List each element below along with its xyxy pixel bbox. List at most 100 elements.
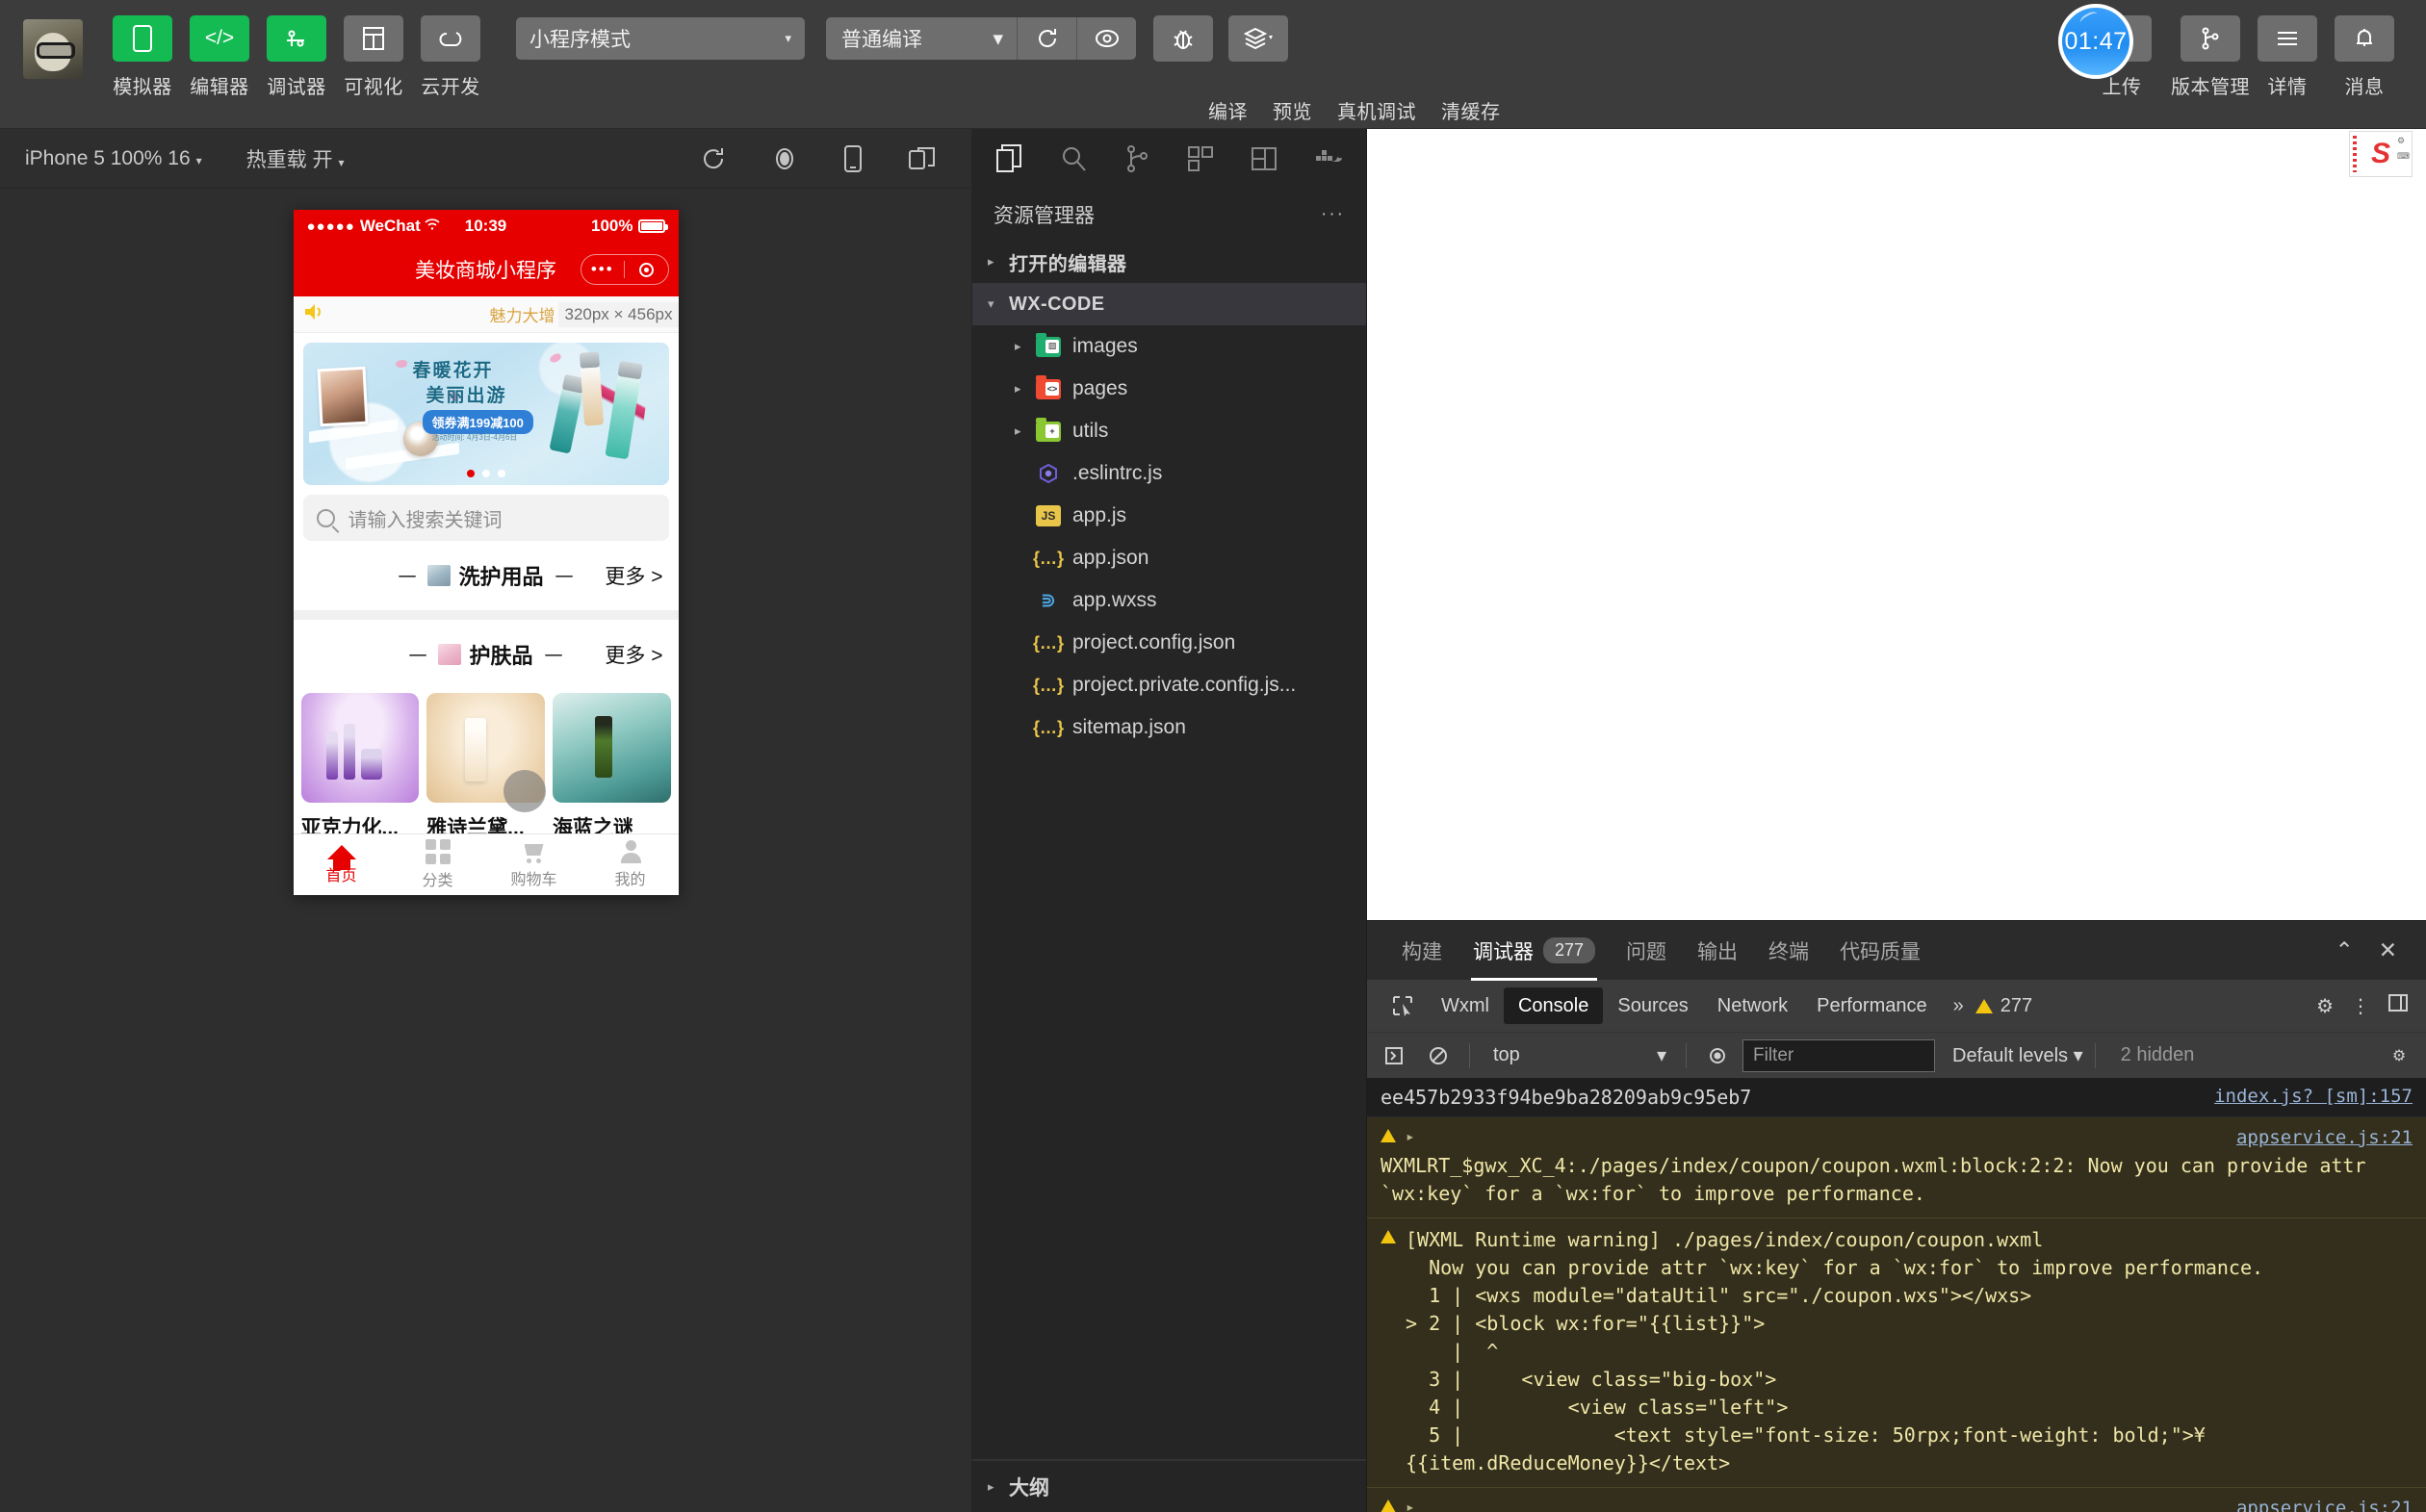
tree-open-editors[interactable]: ▸ 打开的编辑器 bbox=[972, 241, 1366, 283]
explorer-more-icon[interactable]: ··· bbox=[1321, 204, 1345, 225]
devtools-tab-console[interactable]: Console bbox=[1503, 987, 1604, 1024]
mode-select[interactable]: 小程序模式 ▾ bbox=[516, 17, 805, 60]
tree-file-app-json[interactable]: {…} app.json bbox=[972, 537, 1366, 579]
warning-counter[interactable]: 277 bbox=[1974, 995, 2032, 1017]
device-select[interactable]: iPhone 5 100% 16 ▾ bbox=[25, 147, 202, 170]
tree-file-app-wxss[interactable]: ⋑ app.wxss bbox=[972, 579, 1366, 622]
remote-debug-button[interactable] bbox=[1153, 15, 1213, 62]
tab-home[interactable]: 首页 bbox=[294, 834, 390, 895]
carousel-indicators[interactable] bbox=[303, 470, 669, 477]
devtools-tab-wxml[interactable]: Wxml bbox=[1427, 987, 1504, 1024]
console-source-link[interactable]: appservice.js:21 bbox=[2236, 1496, 2413, 1512]
expand-arrow-icon[interactable]: ▸ bbox=[1406, 1496, 1415, 1512]
sogou-ime-indicator[interactable]: S ⚙ ⌨ bbox=[2349, 131, 2413, 177]
search-input[interactable]: 请输入搜索关键词 bbox=[302, 495, 669, 541]
tab-mine[interactable]: 我的 bbox=[582, 834, 679, 895]
carousel-dot[interactable] bbox=[466, 470, 475, 477]
upload-button[interactable]: 01:47 上传 bbox=[2058, 4, 2172, 99]
log-levels-select[interactable]: Default levels ▾ bbox=[1952, 1043, 2083, 1067]
compile-button[interactable] bbox=[1017, 17, 1076, 60]
upload-timer[interactable]: 01:47 bbox=[2058, 4, 2133, 79]
search-icon bbox=[316, 508, 335, 527]
gear-icon[interactable]: ⚙ bbox=[2316, 994, 2334, 1018]
user-avatar[interactable] bbox=[23, 19, 83, 79]
outline-header[interactable]: ▸ 大纲 bbox=[972, 1460, 1366, 1512]
tab-build[interactable]: 构建 bbox=[1386, 921, 1458, 981]
docker-icon[interactable] bbox=[1296, 129, 1359, 189]
tab-problems[interactable]: 问题 bbox=[1611, 921, 1682, 981]
toolbar-item-visualization[interactable]: 可视化 bbox=[335, 15, 412, 99]
tree-folder-images[interactable]: ▸ ▨ images bbox=[972, 325, 1366, 368]
clear-cache-button[interactable] bbox=[1228, 15, 1288, 62]
tree-label: app.json bbox=[1072, 547, 1149, 569]
carousel-dot[interactable] bbox=[481, 470, 490, 477]
clear-console-icon[interactable] bbox=[1419, 1037, 1458, 1075]
devtools-tab-network[interactable]: Network bbox=[1703, 987, 1802, 1024]
section-dash: 一 bbox=[408, 646, 427, 667]
tab-code-quality[interactable]: 代码质量 bbox=[1824, 921, 1936, 981]
device-rotate-icon[interactable] bbox=[842, 144, 864, 173]
section-more-link[interactable]: 更多 > bbox=[605, 561, 662, 590]
levels-value: Default levels bbox=[1952, 1045, 2069, 1066]
tree-project-root[interactable]: ▾ WX-CODE bbox=[972, 283, 1366, 325]
console-output[interactable]: ee457b2933f94be9ba28209ab9c95eb7 index.j… bbox=[1367, 1078, 2426, 1512]
search-icon[interactable] bbox=[1042, 129, 1105, 189]
layout-icon[interactable] bbox=[1232, 129, 1296, 189]
record-icon[interactable] bbox=[771, 145, 798, 172]
toolbar-item-editor[interactable]: </> 编辑器 bbox=[181, 15, 258, 99]
close-target-icon[interactable] bbox=[625, 262, 668, 277]
kebab-icon[interactable]: ⋮ bbox=[2351, 994, 2370, 1018]
product-card[interactable]: 海蓝之谜 bbox=[552, 693, 671, 841]
tree-folder-utils[interactable]: ▸ + utils bbox=[972, 410, 1366, 452]
wechat-capsule[interactable]: ••• bbox=[580, 254, 669, 285]
product-card[interactable]: 亚克力化... bbox=[300, 693, 420, 841]
toolbar-item-debugger[interactable]: 调试器 bbox=[258, 15, 335, 99]
tree-file-project-private-config[interactable]: {…} project.private.config.js... bbox=[972, 664, 1366, 706]
more-tabs-icon[interactable]: » bbox=[1942, 995, 1975, 1017]
toolbar-item-simulator[interactable]: 模拟器 bbox=[104, 15, 181, 99]
product-card[interactable]: 雅诗兰黛... bbox=[426, 693, 545, 841]
preview-button[interactable] bbox=[1076, 17, 1136, 60]
console-settings-icon[interactable]: ⚙ bbox=[2380, 1037, 2418, 1075]
detail-button[interactable]: 详情 bbox=[2249, 15, 2326, 99]
sidebar-toggle-icon[interactable] bbox=[1375, 1037, 1413, 1075]
tab-category[interactable]: 分类 bbox=[390, 834, 486, 895]
notice-bar[interactable]: 魅力大增 320px × 456px bbox=[293, 296, 679, 333]
live-expression-icon[interactable] bbox=[1698, 1037, 1737, 1075]
section-more-link[interactable]: 更多 > bbox=[605, 640, 662, 669]
tab-terminal[interactable]: 终端 bbox=[1753, 921, 1824, 981]
detach-window-icon[interactable] bbox=[908, 145, 937, 172]
console-source-link[interactable]: index.js? [sm]:157 bbox=[2214, 1086, 2413, 1109]
tree-file-sitemap[interactable]: {…} sitemap.json bbox=[972, 706, 1366, 749]
collapse-panel-icon[interactable]: ⌃ bbox=[2335, 937, 2353, 963]
compile-select[interactable]: 普通编译 ▾ bbox=[826, 24, 1017, 53]
carousel-dot[interactable] bbox=[497, 470, 505, 477]
tree-label: app.wxss bbox=[1072, 589, 1157, 611]
files-icon[interactable] bbox=[978, 129, 1042, 189]
console-filter-input[interactable]: Filter bbox=[1742, 1038, 1935, 1072]
tree-folder-pages[interactable]: ▸ <> pages bbox=[972, 368, 1366, 410]
warning-header: ▸ appservice.js:21 bbox=[1381, 1496, 2413, 1512]
close-panel-icon[interactable]: ✕ bbox=[2379, 937, 2397, 963]
toolbar-item-cloud[interactable]: 云开发 bbox=[412, 15, 489, 99]
tab-cart[interactable]: 购物车 bbox=[486, 834, 582, 895]
devtools-tab-performance[interactable]: Performance bbox=[1802, 987, 1942, 1024]
tree-file-app-js[interactable]: JS app.js bbox=[972, 495, 1366, 537]
tree-file-eslintrc[interactable]: .eslintrc.js bbox=[972, 452, 1366, 495]
console-source-link[interactable]: appservice.js:21 bbox=[2236, 1125, 2413, 1152]
tree-file-project-config[interactable]: {…} project.config.json bbox=[972, 622, 1366, 664]
source-control-icon[interactable] bbox=[1105, 129, 1169, 189]
extensions-icon[interactable] bbox=[1169, 129, 1232, 189]
devtools-tab-sources[interactable]: Sources bbox=[1603, 987, 1702, 1024]
context-select[interactable]: top ▾ bbox=[1482, 1043, 1674, 1067]
inspect-element-icon[interactable] bbox=[1379, 980, 1427, 1032]
dock-icon[interactable] bbox=[2387, 993, 2409, 1018]
hotreload-select[interactable]: 热重载 开 ▾ bbox=[246, 144, 345, 173]
message-button[interactable]: 消息 bbox=[2326, 15, 2403, 99]
tab-debugger[interactable]: 调试器 277 bbox=[1458, 921, 1611, 981]
refresh-icon[interactable] bbox=[700, 145, 727, 172]
version-control-button[interactable]: 版本管理 bbox=[2171, 15, 2250, 99]
banner-carousel[interactable]: 春暖花开 美丽出游 领券满199减100 活动时间: 4月3日-4月6日 bbox=[302, 343, 669, 485]
expand-arrow-icon[interactable]: ▸ bbox=[1406, 1125, 1415, 1147]
tab-output[interactable]: 输出 bbox=[1682, 921, 1753, 981]
